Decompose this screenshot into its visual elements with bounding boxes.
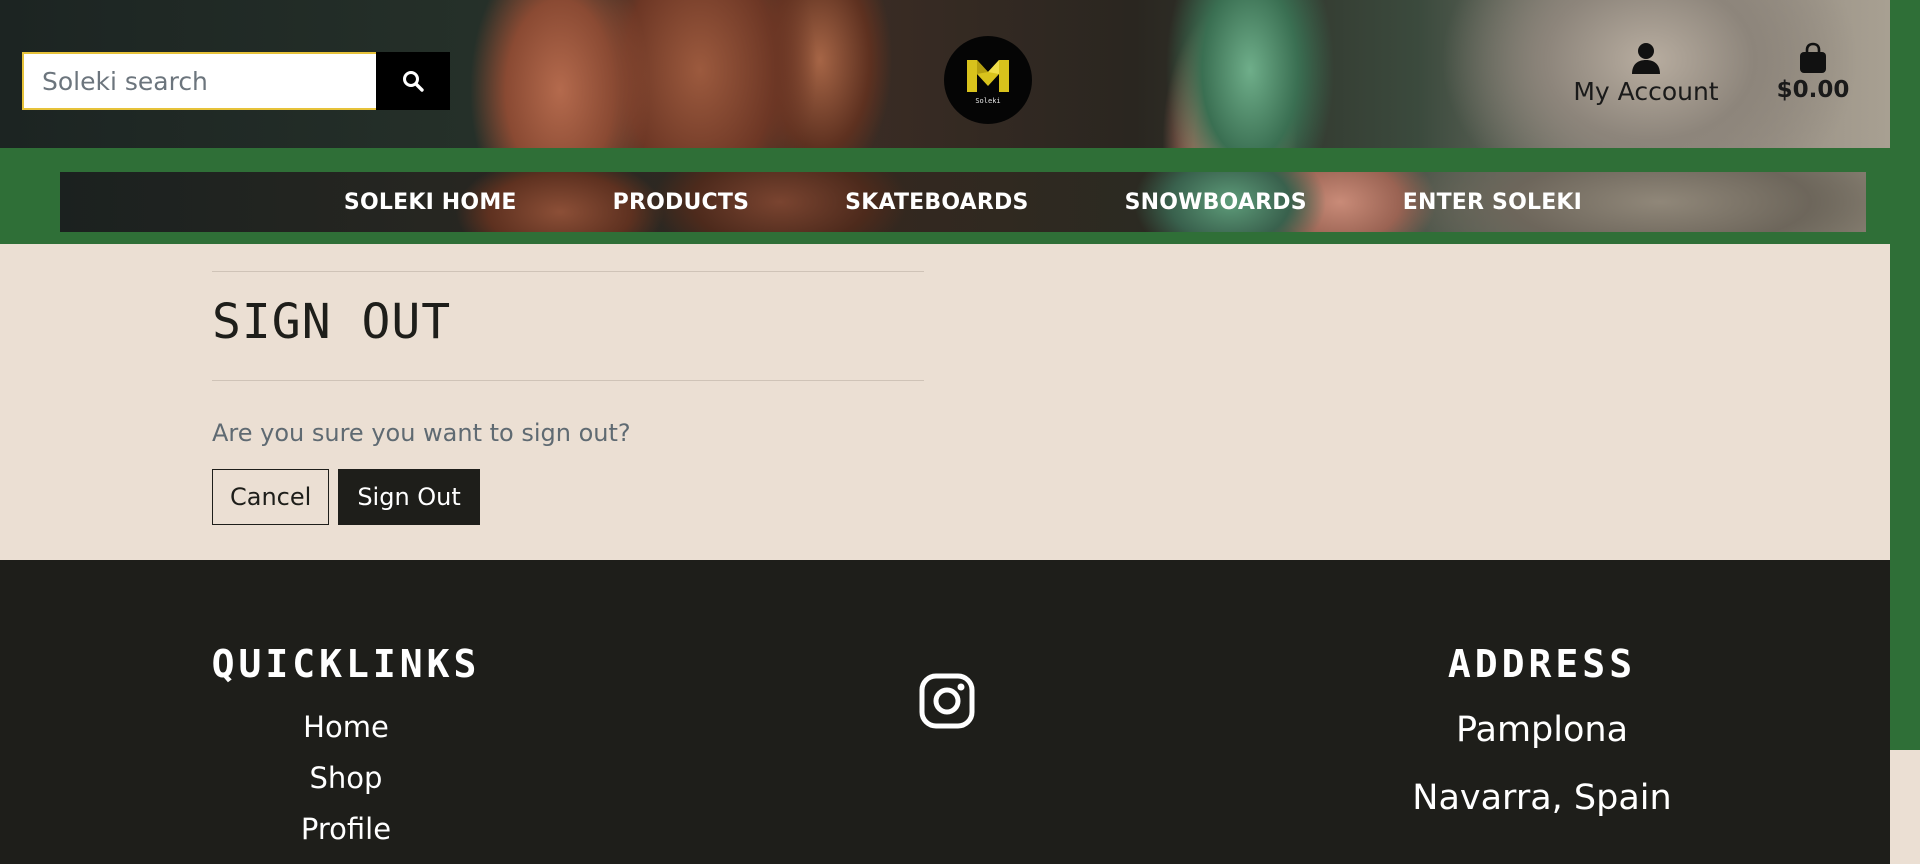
sign-out-actions: Cancel Sign Out — [212, 469, 924, 526]
shopping-bag-icon — [1800, 42, 1826, 73]
quicklinks-heading: QUICKLINKS — [211, 642, 481, 686]
right-edge-strip — [1890, 0, 1920, 750]
footer-link-home[interactable]: Home — [303, 710, 389, 744]
main-nav: SOLEKI HOME PRODUCTS SKATEBOARDS SNOWBOA… — [60, 172, 1866, 232]
address-city: Pamplona — [1455, 710, 1629, 750]
search-button[interactable] — [376, 52, 450, 110]
search-input[interactable] — [22, 52, 376, 110]
sign-out-confirm-text: Are you sure you want to sign out? — [212, 419, 631, 448]
nav-item-skateboards[interactable]: SKATEBOARDS — [845, 190, 1028, 215]
my-account-link[interactable]: My Account — [1572, 42, 1720, 106]
sign-out-button[interactable]: Sign Out — [338, 469, 480, 526]
quicklinks-column: QUICKLINKS Home Shop Profile — [196, 560, 496, 846]
logo-mark-icon — [967, 59, 1009, 92]
search-form — [22, 52, 450, 110]
footer-link-profile[interactable]: Profile — [301, 812, 391, 846]
address-region: Navarra, Spain — [1412, 778, 1672, 818]
instagram-link[interactable] — [918, 672, 976, 730]
shopping-bag-link[interactable]: $0.00 — [1768, 42, 1858, 103]
page-title: SIGN OUT — [212, 294, 452, 350]
site-logo[interactable]: Soleki — [944, 36, 1032, 124]
cancel-button[interactable]: Cancel — [212, 469, 330, 526]
nav-item-snowboards[interactable]: SNOWBOARDS — [1125, 190, 1307, 215]
user-icon — [1632, 43, 1660, 74]
address-column: ADDRESS Pamplona Navarra, Spain — [1392, 560, 1692, 818]
address-heading: ADDRESS — [1447, 642, 1637, 686]
logo-text: Soleki — [975, 96, 1001, 105]
my-account-label: My Account — [1573, 77, 1719, 106]
nav-item-enter-soleki[interactable]: ENTER SOLEKI — [1403, 190, 1582, 215]
sign-out-panel: SIGN OUT Are you sure you want to sign o… — [212, 244, 924, 526]
search-icon — [403, 71, 424, 92]
nav-item-soleki-home[interactable]: SOLEKI HOME — [344, 190, 517, 215]
divider — [212, 380, 924, 382]
site-header: Soleki My Account $0.00 — [0, 0, 1890, 148]
bag-total: $0.00 — [1776, 77, 1850, 103]
footer-link-shop[interactable]: Shop — [310, 761, 383, 795]
divider — [212, 271, 924, 272]
nav-item-products[interactable]: PRODUCTS — [613, 190, 750, 215]
instagram-icon — [919, 673, 975, 729]
